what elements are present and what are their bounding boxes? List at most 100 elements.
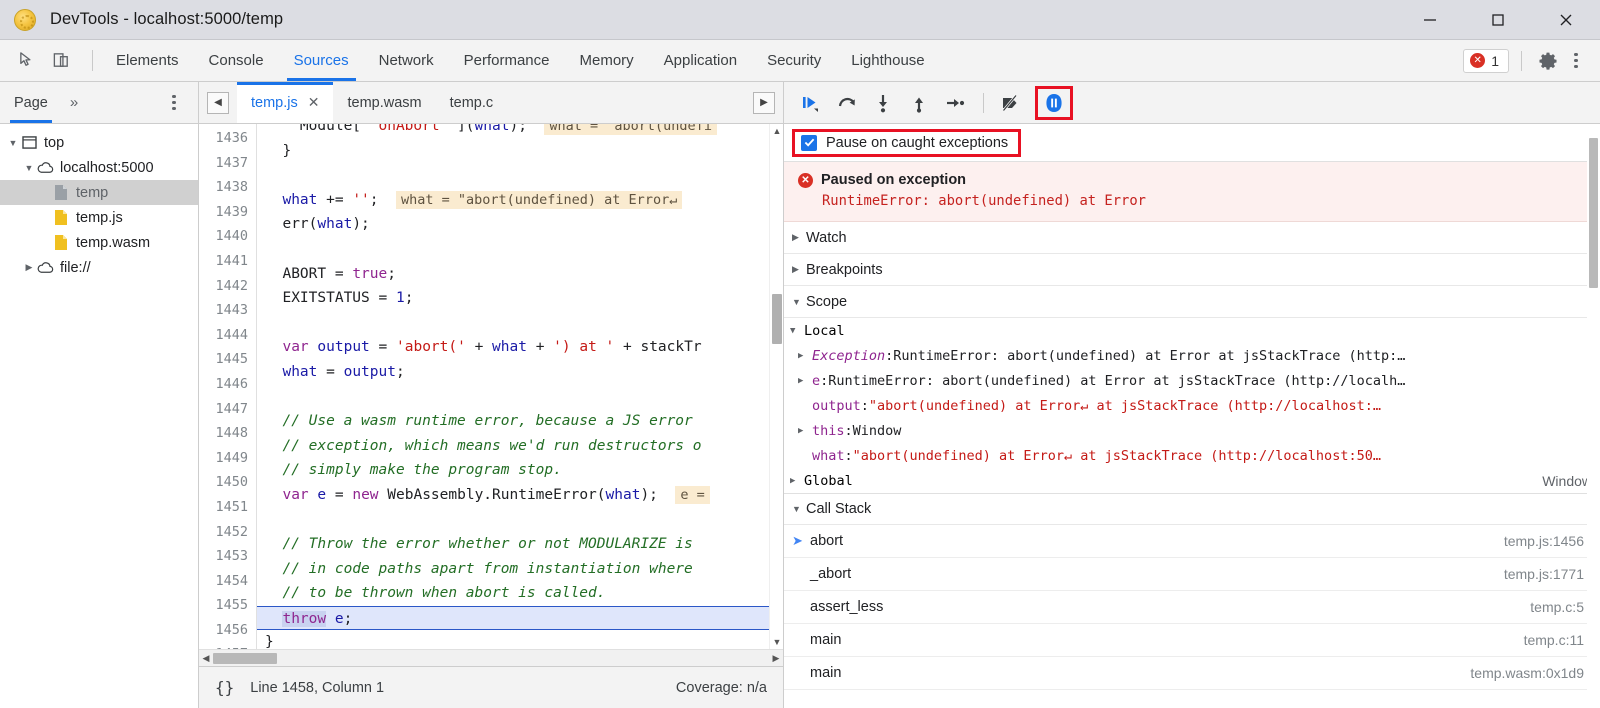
tree-item-file-protocol[interactable]: ▶ file:// [0, 255, 198, 280]
tab-elements[interactable]: Elements [101, 40, 194, 81]
section-call-stack[interactable]: ▼ Call Stack [784, 493, 1600, 525]
twisty-icon[interactable]: ▶ [798, 426, 812, 436]
line-number: 1456 [199, 618, 256, 643]
gear-icon[interactable] [1534, 47, 1562, 75]
pause-on-caught-exceptions-checkbox[interactable] [801, 135, 817, 151]
chevron-double-right-icon[interactable]: » [70, 94, 78, 111]
cloud-icon [36, 259, 54, 277]
scroll-left-icon[interactable]: ◀ [199, 653, 213, 664]
window-title: DevTools - localhost:5000/temp [50, 10, 283, 29]
kebab-menu-icon[interactable] [1562, 47, 1590, 75]
twisty-icon[interactable]: ▶ [798, 376, 812, 386]
editor-status-bar: {} Line 1458, Column 1 Coverage: n/a [199, 666, 783, 708]
step-icon[interactable] [938, 88, 972, 118]
device-toolbar-icon[interactable] [46, 46, 76, 76]
twisty-icon[interactable]: ▼ [792, 297, 806, 307]
scope-group-local[interactable]: ▼ Local [784, 318, 1600, 343]
code-editor[interactable]: 1436 1437 1438 1439 1440 1441 1442 1443 … [199, 124, 783, 649]
pause-on-exceptions-icon[interactable] [1035, 86, 1073, 120]
tab-memory[interactable]: Memory [565, 40, 649, 81]
navigator-tab-page[interactable]: Page [10, 82, 52, 123]
tree-item-temp-label: temp [76, 185, 108, 201]
scroll-up-icon[interactable]: ▲ [770, 124, 783, 138]
scrollbar-thumb[interactable] [772, 294, 782, 344]
close-icon[interactable]: ✕ [308, 94, 320, 111]
debugger-vertical-scrollbar[interactable] [1587, 124, 1600, 708]
tree-item-top[interactable]: ▼ top [0, 130, 198, 155]
section-breakpoints[interactable]: ▶ Breakpoints [784, 254, 1600, 286]
tab-network[interactable]: Network [364, 40, 449, 81]
call-stack-frame[interactable]: _abort temp.js:1771 [784, 558, 1600, 591]
tab-lighthouse[interactable]: Lighthouse [836, 40, 939, 81]
call-stack-frame[interactable]: ➤ abort temp.js:1456 [784, 525, 1600, 558]
close-button[interactable] [1532, 0, 1600, 40]
editor-tab-temp-js[interactable]: temp.js ✕ [237, 82, 333, 123]
scope-entry-name: Exception [812, 348, 885, 364]
tree-item-temp-wasm[interactable]: temp.wasm [0, 230, 198, 255]
scope-entry[interactable]: ▶ this : Window [784, 418, 1600, 443]
scrollbar-thumb[interactable] [213, 653, 277, 664]
twisty-icon[interactable]: ▼ [790, 326, 804, 336]
navigator-kebab-menu-icon[interactable] [160, 89, 188, 117]
twisty-icon[interactable]: ▶ [22, 262, 36, 273]
section-watch[interactable]: ▶ Watch [784, 222, 1600, 254]
tab-sources[interactable]: Sources [279, 40, 364, 81]
scrollbar-thumb[interactable] [1589, 138, 1598, 288]
twisty-icon[interactable]: ▼ [6, 138, 20, 148]
scope-entry[interactable]: ▶ Exception : RuntimeError: abort(undefi… [784, 343, 1600, 368]
scope-entry[interactable]: ▶ e : RuntimeError: abort(undefined) at … [784, 368, 1600, 393]
paused-title-row: ✕ Paused on exception [798, 172, 1586, 188]
step-into-icon[interactable] [866, 88, 900, 118]
editor-tab-temp-c[interactable]: temp.c [436, 82, 508, 123]
twisty-icon[interactable]: ▼ [792, 504, 806, 514]
scroll-right-icon[interactable]: ▶ [769, 653, 783, 664]
resume-icon[interactable] [794, 88, 828, 118]
editor-tab-temp-wasm-label: temp.wasm [347, 95, 421, 111]
tab-performance[interactable]: Performance [449, 40, 565, 81]
tab-security[interactable]: Security [752, 40, 836, 81]
call-stack-frame[interactable]: main temp.c:11 [784, 624, 1600, 657]
window-controls [1396, 0, 1600, 39]
scope-group-global[interactable]: ▶ Global Window [784, 468, 1600, 493]
pretty-print-icon[interactable]: {} [215, 678, 234, 697]
call-stack-frame[interactable]: assert_less temp.c:5 [784, 591, 1600, 624]
debugger-toolbar-divider [983, 93, 984, 113]
code-line: what += ''; what = "abort(undefined) at … [257, 188, 783, 213]
tab-sources-label: Sources [294, 52, 349, 69]
tree-item-localhost[interactable]: ▼ localhost:5000 [0, 155, 198, 180]
tree-item-temp[interactable]: temp [0, 180, 198, 205]
pause-on-caught-exceptions-highlight[interactable]: Pause on caught exceptions [792, 129, 1021, 157]
twisty-icon[interactable]: ▶ [792, 232, 806, 243]
error-count-badge[interactable]: ✕ 1 [1463, 49, 1509, 73]
scope-entry[interactable]: what : "abort(undefined) at Error↵ at js… [784, 443, 1600, 468]
tree-item-temp-js[interactable]: temp.js [0, 205, 198, 230]
line-number: 1449 [199, 446, 256, 471]
scope-entry[interactable]: output : "abort(undefined) at Error↵ at … [784, 393, 1600, 418]
document-yellow-icon [52, 209, 70, 227]
twisty-icon[interactable]: ▶ [790, 476, 804, 486]
call-stack-frame[interactable]: main temp.wasm:0x1d9 [784, 657, 1600, 690]
scroll-tabs-left-icon[interactable]: ◀ [207, 92, 229, 114]
step-over-icon[interactable] [830, 88, 864, 118]
tab-application[interactable]: Application [649, 40, 752, 81]
inline-value-hint: e = [675, 486, 709, 504]
scroll-tabs-right-icon[interactable]: ▶ [753, 92, 775, 114]
editor-horizontal-scrollbar[interactable]: ◀ ▶ [199, 649, 783, 666]
twisty-icon[interactable]: ▶ [798, 351, 812, 361]
section-scope[interactable]: ▼ Scope [784, 286, 1600, 318]
tab-console[interactable]: Console [194, 40, 279, 81]
code-lines[interactable]: Module[ 'onAbort' ](what); what = "abort… [257, 124, 783, 649]
inline-value-hint: what = "abort(undefi [544, 124, 717, 135]
scroll-down-icon[interactable]: ▼ [770, 635, 783, 649]
call-stack-frame-location: temp.wasm:0x1d9 [1470, 665, 1584, 681]
maximize-button[interactable] [1464, 0, 1532, 40]
deactivate-breakpoints-icon[interactable] [993, 88, 1027, 118]
twisty-icon[interactable]: ▶ [792, 264, 806, 275]
editor-vertical-scrollbar[interactable]: ▲ ▼ [769, 124, 783, 649]
inspect-element-icon[interactable] [12, 46, 42, 76]
minimize-button[interactable] [1396, 0, 1464, 40]
step-out-icon[interactable] [902, 88, 936, 118]
editor-tab-temp-wasm[interactable]: temp.wasm [333, 82, 435, 123]
code-line [257, 163, 783, 188]
twisty-icon[interactable]: ▼ [22, 163, 36, 173]
